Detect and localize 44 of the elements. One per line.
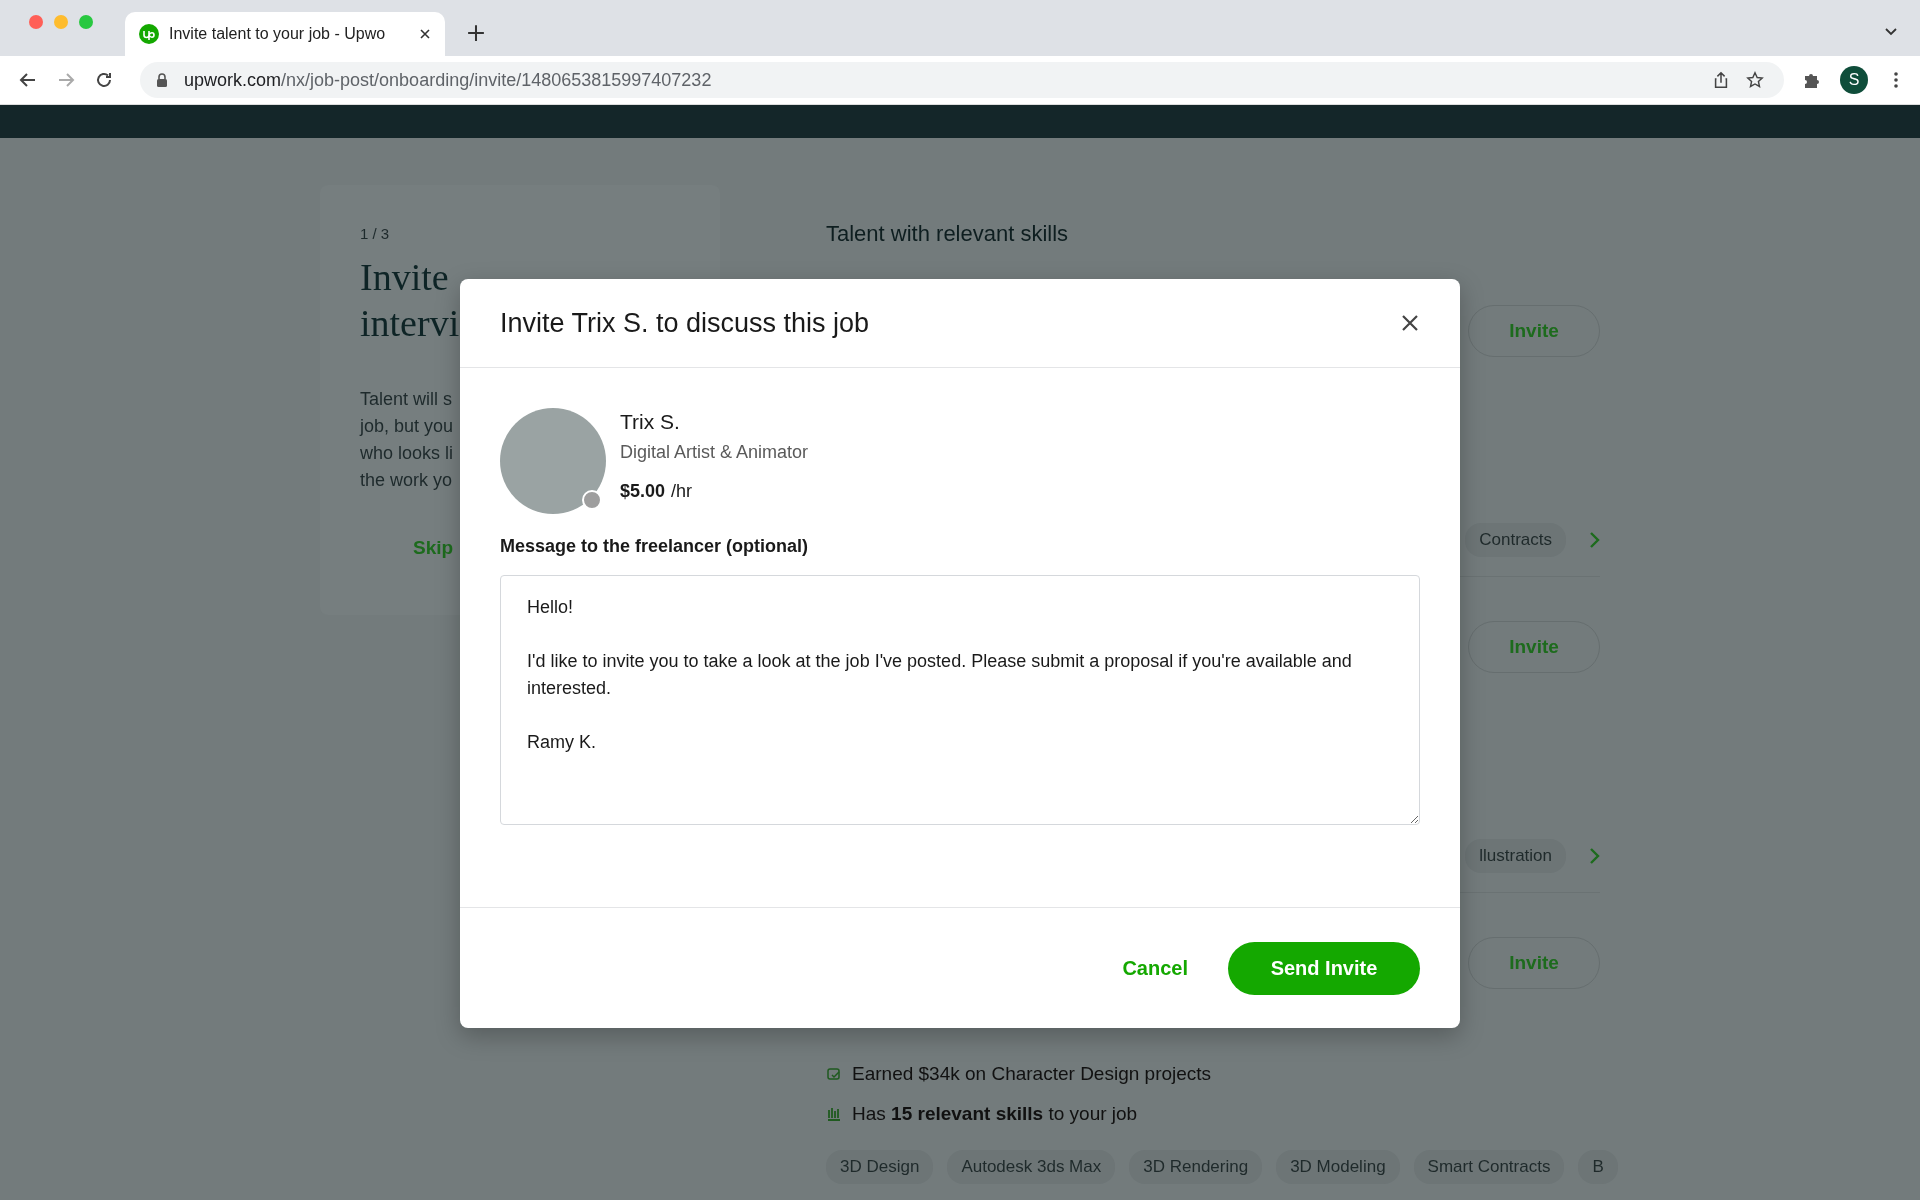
rate-unit: /hr xyxy=(671,481,693,502)
skill-chip[interactable]: Smart Contracts xyxy=(1413,1150,1565,1184)
section-heading: Talent with relevant skills xyxy=(826,220,1070,248)
chevron-down-icon[interactable] xyxy=(1884,26,1898,36)
tab-title: Invite talent to your job - Upwo xyxy=(169,25,387,43)
skill-chip[interactable]: 3D Design xyxy=(826,1150,934,1184)
onboarding-text: who looks li xyxy=(360,442,455,465)
close-tab-icon[interactable] xyxy=(419,28,431,40)
message-label: Message to the freelancer (optional) xyxy=(500,536,810,557)
skill-chip[interactable]: Contracts xyxy=(1465,523,1566,557)
money-icon xyxy=(826,1066,842,1082)
address-bar[interactable]: upwork.com/nx/job-post/onboarding/invite/1480653815997407232 xyxy=(140,62,1784,98)
dialog-title: Invite Trix S. to discuss this job xyxy=(500,307,870,339)
onboarding-text: job, but you xyxy=(360,415,455,438)
onboarding-text: the work yo xyxy=(360,469,454,492)
onboarding-title: Invite xyxy=(360,255,450,300)
browser-tab[interactable]: Invite talent to your job - Upwo xyxy=(125,12,445,56)
earnings-text: Earned $34k on Character Design projects xyxy=(852,1063,1212,1085)
message-field[interactable]: Hello! I'd like to invite you to take a look at the job I've posted. Please submit a proposal if you're available and interested. Ramy K. xyxy=(500,575,1420,825)
freelancer-title: Digital Artist & Animator xyxy=(620,442,809,463)
new-tab-icon[interactable] xyxy=(467,24,485,42)
skip-link[interactable]: Skip xyxy=(413,537,454,559)
cancel-button[interactable]: Cancel xyxy=(1110,948,1200,988)
star-icon[interactable] xyxy=(1746,71,1764,89)
lock-icon xyxy=(156,73,168,87)
skills-text: Has 15 relevant skills to your job xyxy=(852,1103,1138,1125)
hourly-rate: $5.00 xyxy=(620,481,666,502)
url-text: upwork.com/nx/job-post/onboarding/invite/1480653815997407232 xyxy=(184,69,712,91)
skill-chip[interactable]: 3D Rendering xyxy=(1129,1150,1263,1184)
skill-chip[interactable]: Autodesk 3ds Max xyxy=(947,1150,1116,1184)
send-invite-button[interactable]: Send Invite xyxy=(1228,941,1420,995)
bar-chart-icon xyxy=(826,1106,842,1122)
site-logo-icon xyxy=(139,24,159,44)
close-icon[interactable] xyxy=(1400,313,1420,333)
skill-chip[interactable]: 3D Modeling xyxy=(1276,1150,1400,1184)
profile-avatar[interactable]: S xyxy=(1840,66,1868,94)
onboarding-title: intervi xyxy=(360,301,460,346)
skill-chip[interactable]: llustration xyxy=(1465,839,1566,873)
share-icon[interactable] xyxy=(1712,71,1730,89)
freelancer-name: Trix S. xyxy=(620,410,681,434)
step-counter: 1 / 3 xyxy=(360,225,391,242)
reload-icon[interactable] xyxy=(94,70,114,90)
skill-chip[interactable]: B xyxy=(1578,1150,1618,1184)
onboarding-text: Talent will s xyxy=(360,388,454,411)
